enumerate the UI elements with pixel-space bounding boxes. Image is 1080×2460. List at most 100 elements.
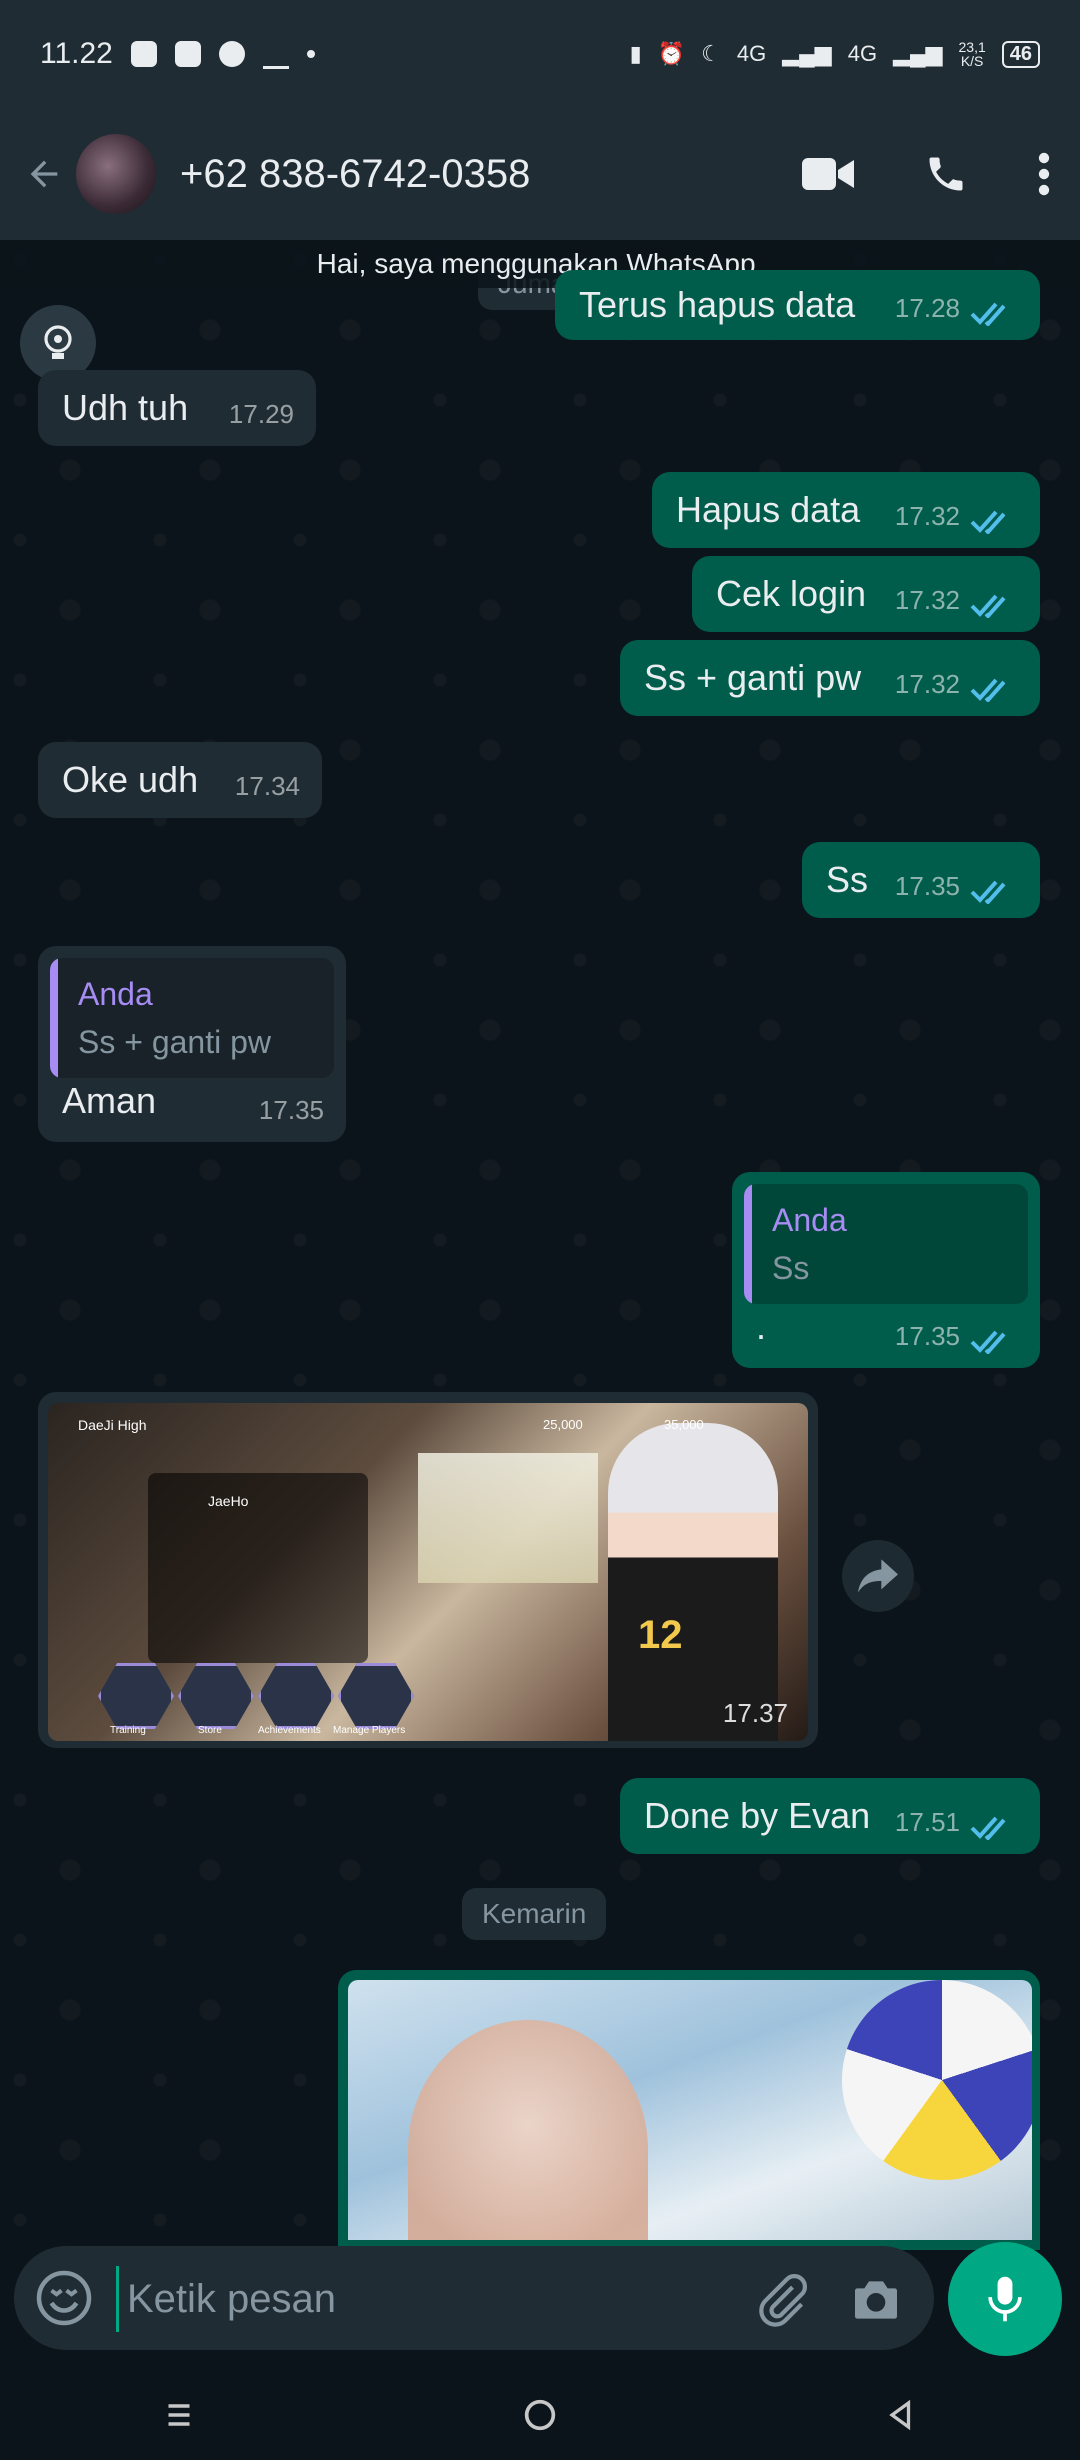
double-check-icon [970, 302, 1006, 326]
game-achievements-label: Achievements [258, 1725, 321, 1736]
message-time: 17.32 [894, 669, 960, 699]
game-coins-1: 25,000 [543, 1417, 583, 1432]
phone-call-icon[interactable] [924, 152, 968, 196]
chat-icon [218, 41, 245, 67]
message-time: 17.32 [894, 585, 960, 615]
message-out[interactable]: Hapus data 17.32 [652, 472, 1040, 548]
double-check-icon [970, 1330, 1006, 1354]
signal-icon: ▂▄▆ [782, 41, 832, 66]
message-input[interactable] [116, 2266, 729, 2332]
message-out[interactable]: Cek login 17.32 [692, 556, 1040, 632]
quoted-message[interactable]: Anda Ss [744, 1184, 1028, 1304]
quote-bar [50, 958, 58, 1078]
game-player-name: JaeHo [208, 1493, 249, 1509]
bird-icon [262, 40, 289, 69]
microphone-icon [988, 2276, 1022, 2322]
arrow-left-icon [30, 160, 58, 188]
double-check-icon [970, 678, 1006, 702]
network-4g-2: 4G [847, 41, 878, 66]
game-jersey-number: 12 [638, 1613, 683, 1657]
quoted-message[interactable]: Anda Ss + ganti pw [50, 958, 334, 1078]
volleyball-image[interactable] [348, 1980, 1032, 2240]
back-button[interactable] [20, 150, 68, 198]
game-manage-icon [338, 1663, 414, 1729]
quote-text: Ss + ganti pw [78, 1024, 271, 1060]
game-window [418, 1453, 598, 1583]
forward-icon [858, 1559, 898, 1593]
message-in[interactable]: Oke udh 17.34 [38, 742, 322, 818]
emoji-icon[interactable] [34, 2268, 94, 2328]
message-out[interactable]: Ss + ganti pw 17.32 [620, 640, 1040, 716]
signal-icon-2: ▂▄▆ [893, 41, 943, 66]
quote-text: Ss [772, 1250, 810, 1286]
net-speed-unit: K/S [960, 53, 984, 69]
message-time: 17.35 [258, 1095, 324, 1125]
game-training-label: Training [110, 1725, 146, 1736]
game-character [608, 1423, 778, 1741]
message-text: Ss [826, 859, 869, 900]
camera-icon[interactable] [848, 2272, 904, 2328]
message-out-reply[interactable]: Anda Ss . 17.35 [732, 1172, 1040, 1368]
status-time: 11.22 [40, 37, 113, 70]
alarm-icon: ⏰ [657, 41, 686, 66]
message-time: 17.51 [894, 1807, 960, 1837]
message-out[interactable]: Done by Evan 17.51 [620, 1778, 1040, 1854]
link-icon [174, 41, 201, 67]
double-check-icon [970, 880, 1006, 904]
vibrate-icon: ▮ [629, 41, 642, 66]
message-time: 17.29 [228, 399, 294, 429]
message-text: . [756, 1306, 767, 1347]
message-time: 17.35 [894, 871, 960, 901]
message-time: 17.34 [234, 771, 300, 801]
message-out[interactable]: Ss 17.35 [802, 842, 1040, 918]
message-text: Udh tuh [62, 387, 189, 428]
contact-name[interactable]: +62 838-6742-0358 [180, 152, 530, 197]
message-time: 17.35 [894, 1321, 960, 1351]
game-screenshot-image[interactable]: DaeJi High JaeHo 25,000 35,000 12 Traini… [48, 1403, 808, 1741]
quote-author: Anda [772, 1202, 847, 1238]
game-coins-2: 35,000 [664, 1417, 704, 1432]
voice-message-button[interactable] [948, 2242, 1062, 2356]
quote-author: Anda [78, 976, 153, 1012]
more-options-icon[interactable] [1038, 152, 1050, 196]
paperclip-icon[interactable] [754, 2272, 810, 2328]
message-text: Hapus data [676, 489, 861, 530]
avatar[interactable] [76, 134, 156, 214]
message-text: Done by Evan [644, 1795, 871, 1836]
image-time: 17.37 [722, 1698, 788, 1728]
youtube-icon [130, 41, 157, 67]
message-text: Aman [62, 1080, 157, 1121]
video-call-icon[interactable] [802, 154, 854, 194]
status-bar: 11.22 ▮ ⏰ ☾ 4G ▂▄▆ 4G ▂▄▆ 23,1 K/S 46 [0, 0, 1080, 108]
back-nav-icon[interactable] [883, 2397, 919, 2433]
game-school-name: DaeJi High [78, 1417, 147, 1433]
recent-apps-icon[interactable] [161, 2397, 197, 2433]
message-time: 17.28 [894, 293, 960, 323]
bulb-gear-icon [44, 325, 72, 359]
game-store-label: Store [198, 1725, 222, 1736]
double-check-icon [970, 594, 1006, 618]
battery-icon: 46 [1001, 40, 1040, 68]
message-text: Cek login [716, 573, 867, 614]
network-4g-1: 4G [736, 41, 767, 66]
message-in[interactable]: Udh tuh 17.29 [38, 370, 316, 446]
forward-button[interactable] [842, 1540, 914, 1612]
more-notifications-dot [306, 50, 315, 58]
message-text: Terus hapus data [579, 284, 856, 325]
chat-header: +62 838-6742-0358 [0, 108, 1080, 240]
message-text: Ss + ganti pw [644, 657, 862, 698]
message-time: 17.32 [894, 501, 960, 531]
quote-bar [744, 1184, 752, 1304]
message-in-reply[interactable]: Anda Ss + ganti pw Aman 17.35 [38, 946, 346, 1142]
game-store-icon [178, 1663, 254, 1729]
game-achievements-icon [258, 1663, 334, 1729]
message-composer [14, 2246, 934, 2350]
net-speed: 23,1 K/S [959, 40, 986, 68]
date-chip: Kemarin [462, 1888, 607, 1940]
game-training-icon [98, 1663, 174, 1729]
moon-icon: ☾ [701, 41, 721, 66]
message-out[interactable]: Terus hapus data 17.28 [555, 270, 1040, 340]
system-nav-bar [0, 2370, 1080, 2460]
double-check-icon [970, 1816, 1006, 1840]
home-icon[interactable] [520, 2395, 560, 2435]
